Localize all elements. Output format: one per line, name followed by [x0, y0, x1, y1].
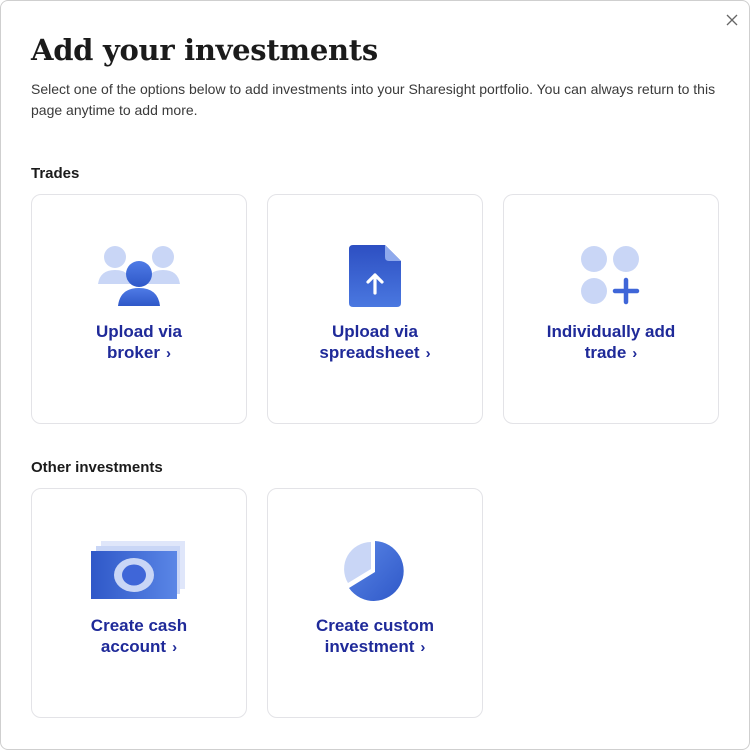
card-label: Create custom investment › [315, 616, 435, 656]
individually-add-trade-card[interactable]: Individually add trade › [503, 194, 719, 424]
section-heading-other-investments: Other investments [31, 459, 163, 476]
chevron-right-icon: › [632, 345, 638, 362]
upload-file-icon [349, 245, 401, 307]
pie-chart-icon [344, 541, 404, 601]
chevron-right-icon: › [420, 639, 426, 656]
create-custom-investment-card[interactable]: Create custom investment › [267, 488, 483, 718]
chevron-right-icon: › [172, 639, 178, 656]
modal-title: Add your investments [31, 33, 378, 67]
close-button[interactable] [721, 9, 743, 31]
upload-via-broker-card[interactable]: Upload via broker › [31, 194, 247, 424]
card-label: Create cash account › [90, 616, 188, 656]
card-label: Upload via broker › [96, 322, 182, 362]
create-cash-account-card[interactable]: Create cash account › [31, 488, 247, 718]
add-trade-icon [581, 246, 640, 305]
banknote-icon [91, 541, 185, 599]
people-icon [98, 246, 180, 306]
upload-via-spreadsheet-card[interactable]: Upload via spreadsheet › [267, 194, 483, 424]
close-icon [726, 14, 738, 26]
card-label: Individually add trade › [546, 322, 676, 362]
chevron-right-icon: › [425, 345, 431, 362]
modal-description: Select one of the options below to add i… [31, 81, 716, 118]
card-label: Upload via spreadsheet › [319, 322, 431, 362]
section-heading-trades: Trades [31, 165, 80, 182]
add-investments-modal: Add your investments Select one of the o… [0, 0, 750, 750]
chevron-right-icon: › [165, 345, 171, 362]
